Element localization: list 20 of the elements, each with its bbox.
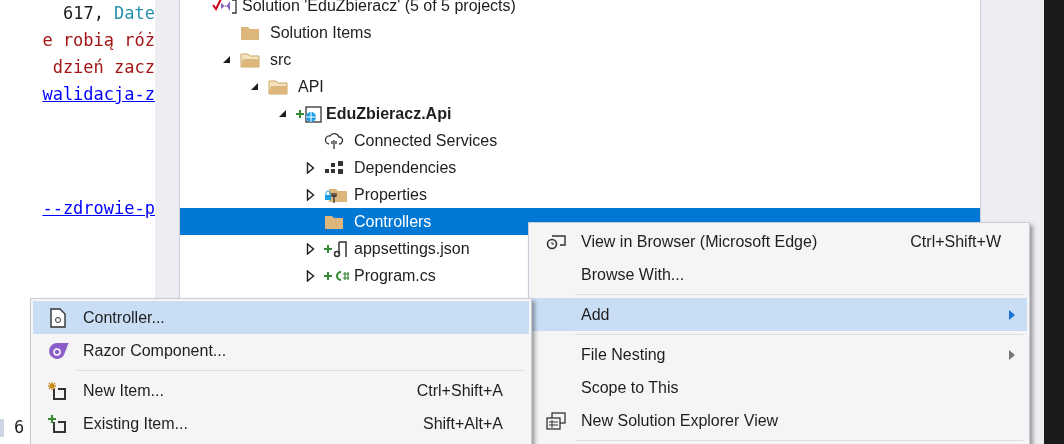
tree-item-label: Properties — [354, 185, 427, 204]
tree-item-label: appsettings.json — [354, 239, 470, 258]
code-text: dzień zacz — [52, 56, 155, 79]
tree-item-label: Connected Services — [354, 131, 498, 150]
shortcut-text: Ctrl+Shift+A — [416, 381, 503, 400]
tree-item-label: Program.cs — [354, 266, 436, 285]
tree-item-label: Solution Items — [270, 23, 372, 42]
code-text: --zdrowie-p — [42, 197, 155, 220]
code-text: 617, — [63, 2, 105, 25]
code-text: Date — [114, 2, 155, 25]
tree-item-label: API — [298, 77, 324, 96]
tree-item-label: src — [270, 50, 292, 69]
tree-item-label: EduZbieracz.Api — [326, 104, 452, 123]
code-text: 6 — [14, 416, 25, 439]
tree-item-label: Controllers — [354, 212, 432, 231]
code-text: e robią róż — [42, 29, 155, 52]
shortcut-text: Ctrl+Shift+W — [910, 232, 1001, 251]
shortcut-text: Shift+Alt+A — [422, 414, 503, 433]
code-text: walidacja-z — [42, 83, 155, 106]
tree-item-label: Dependencies — [354, 158, 457, 177]
